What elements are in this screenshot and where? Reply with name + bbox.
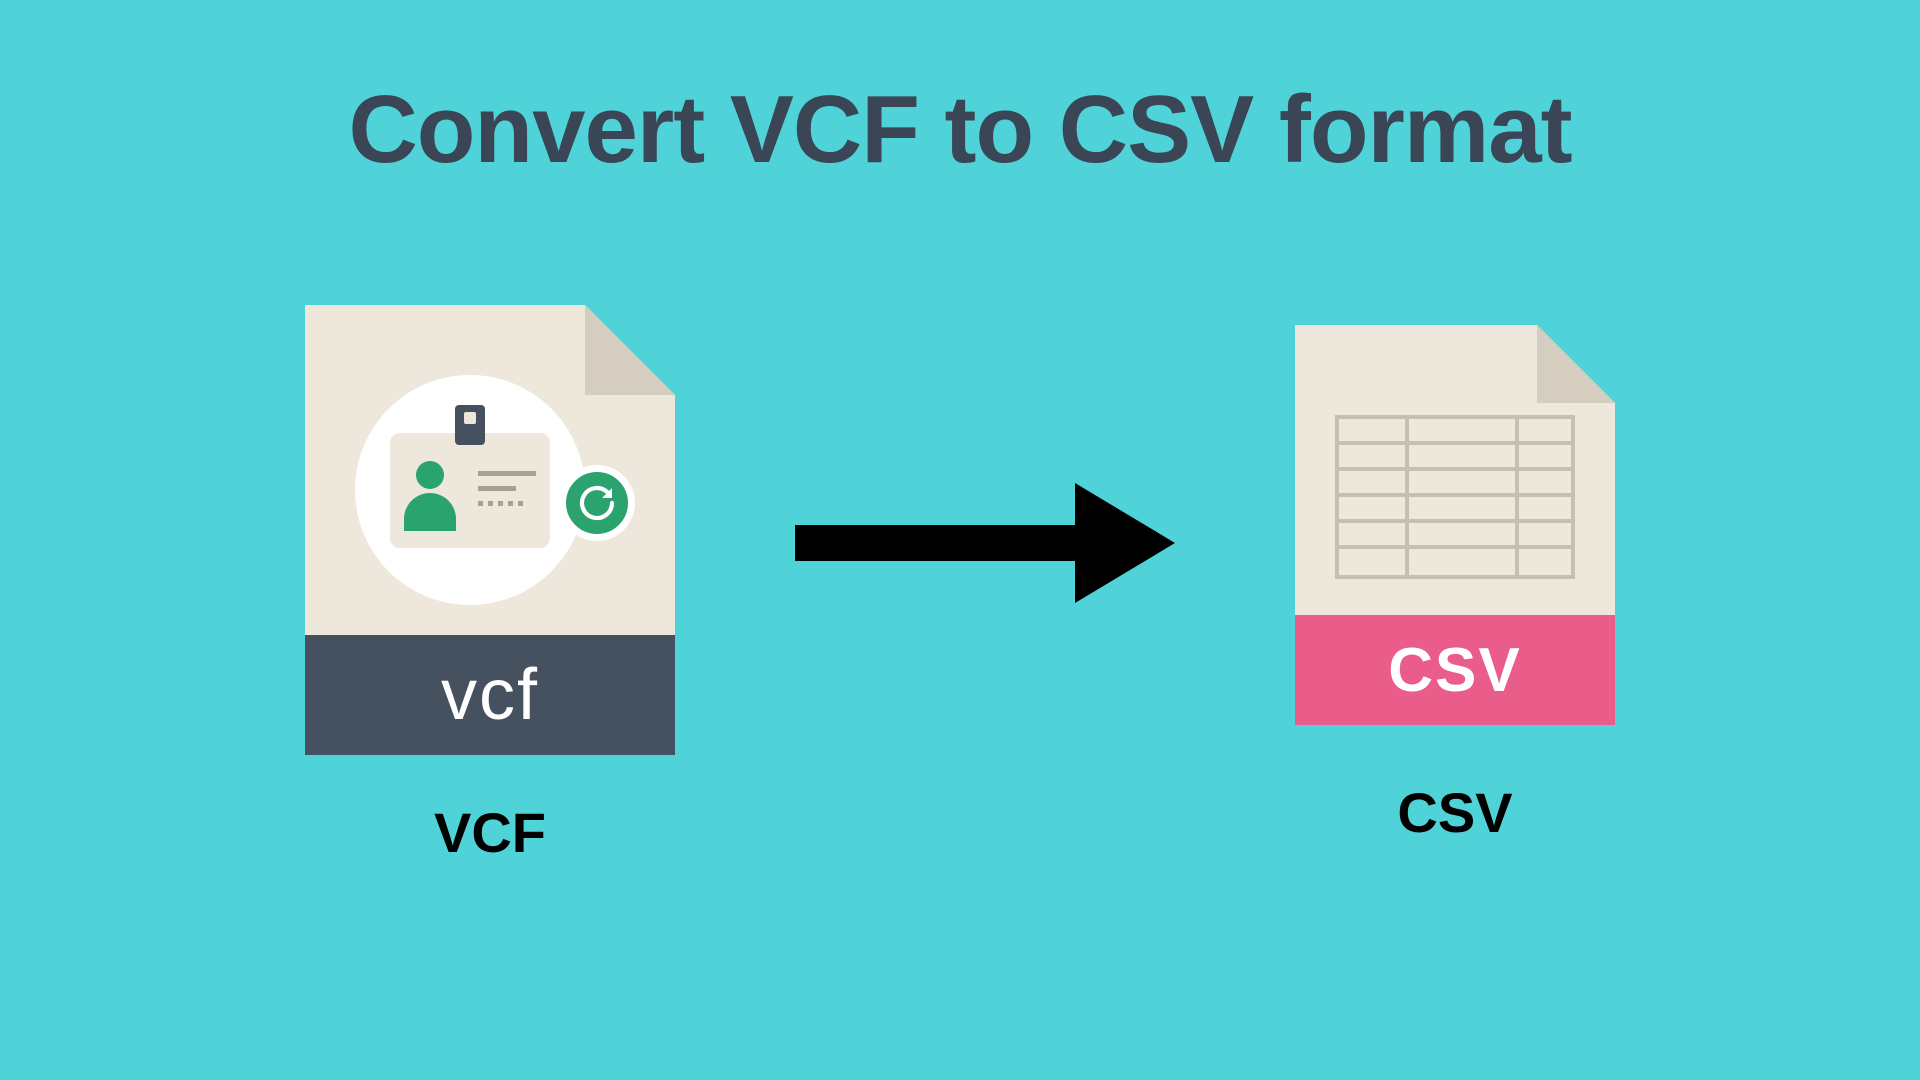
contact-circle (355, 375, 585, 605)
vcf-content (355, 375, 615, 605)
source-file-block: vcf VCF (305, 305, 675, 865)
source-caption: VCF (434, 800, 546, 865)
refresh-badge-icon (559, 465, 635, 541)
page-title: Convert VCF to CSV format (348, 75, 1571, 185)
id-card-lines (478, 471, 536, 506)
vcf-file-icon: vcf (305, 305, 675, 755)
target-caption: CSV (1397, 780, 1512, 845)
target-file-block: CSV CSV (1295, 325, 1615, 845)
spreadsheet-icon (1335, 415, 1575, 579)
avatar-icon (404, 461, 456, 531)
id-card-clip (455, 405, 485, 445)
csv-extension-label: CSV (1295, 615, 1615, 725)
id-card-icon (390, 433, 550, 548)
conversion-row: vcf VCF (0, 305, 1920, 865)
csv-file-icon: CSV (1295, 325, 1615, 725)
vcf-file-body (305, 305, 675, 635)
csv-file-body (1295, 325, 1615, 615)
vcf-extension-label: vcf (305, 635, 675, 755)
arrow-icon (795, 483, 1175, 608)
